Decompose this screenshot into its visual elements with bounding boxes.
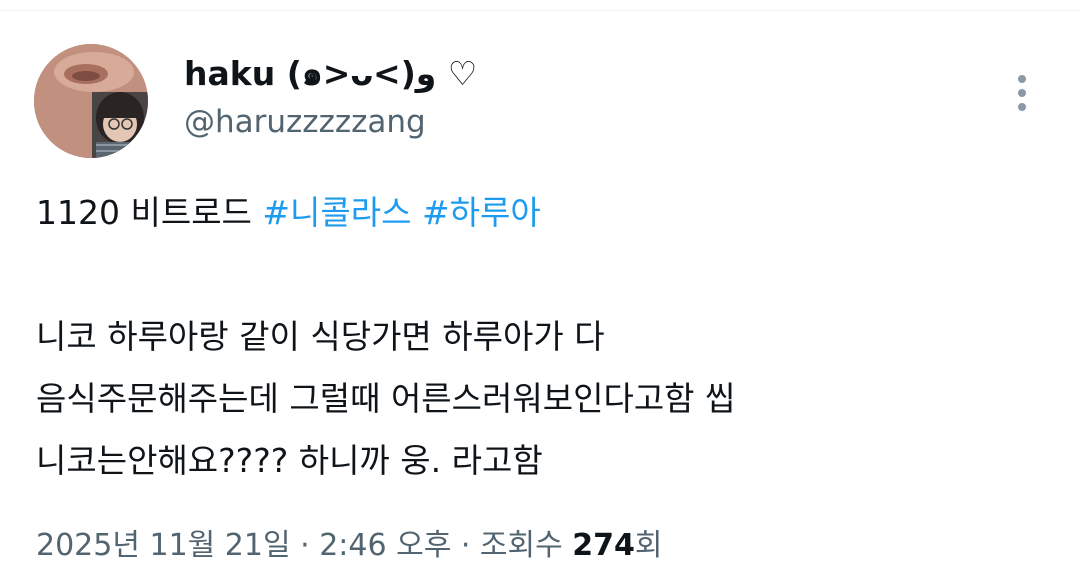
tweet-text-line-3: 음식주문해주는데 그럴때 어른스러워보인다고함 씹 xyxy=(36,379,736,418)
tweet-text: 1120 비트로드 #니콜라스 #하루아 니코 하루아랑 같이 식당가면 하루아… xyxy=(36,182,1046,492)
tweet-meta: 2025년 11월 21일 · 2:46 오후 · 조회수 274회 xyxy=(36,520,662,572)
tweet: haku (๑>ᴗ<)و ♡ @haruzzzzzang 1120 비트로드 #… xyxy=(0,0,1080,587)
tweet-date[interactable]: 2025년 11월 21일 xyxy=(36,528,291,563)
hashtag-link-1[interactable]: #니콜라스 xyxy=(262,193,411,232)
more-button[interactable] xyxy=(998,66,1046,120)
views-label-suffix: 회 xyxy=(634,528,663,563)
tweet-text-line-2: 니코 하루아랑 같이 식당가면 하루아가 다 xyxy=(36,317,605,356)
author-display-name[interactable]: haku (๑>ᴗ<)و ♡ xyxy=(184,52,477,96)
tweet-time[interactable]: 2:46 오후 xyxy=(319,528,451,563)
hashtag-separator xyxy=(412,193,423,232)
tweet-header: haku (๑>ᴗ<)و ♡ @haruzzzzzang xyxy=(34,44,1046,160)
more-vertical-icon xyxy=(1018,75,1026,111)
avatar[interactable] xyxy=(34,44,148,158)
avatar-image xyxy=(34,44,148,158)
top-divider xyxy=(0,10,1080,11)
tweet-text-line-1: 1120 비트로드 #니콜라스 #하루아 xyxy=(36,182,1046,244)
tweet-text-blank-line xyxy=(36,244,1046,306)
hashtag-link-2[interactable]: #하루아 xyxy=(422,193,541,232)
tweet-text-prefix: 1120 비트로드 xyxy=(36,193,263,232)
views-count: 274 xyxy=(572,528,635,563)
views-label-prefix: 조회수 xyxy=(479,528,573,563)
tweet-text-line-4: 니코는안해요???? 하니까 웅. 라고함 xyxy=(36,441,543,480)
meta-separator: · xyxy=(290,528,320,563)
meta-separator: · xyxy=(451,528,480,563)
author-handle[interactable]: @haruzzzzzang xyxy=(184,100,477,144)
author-names: haku (๑>ᴗ<)و ♡ @haruzzzzzang xyxy=(184,52,477,144)
